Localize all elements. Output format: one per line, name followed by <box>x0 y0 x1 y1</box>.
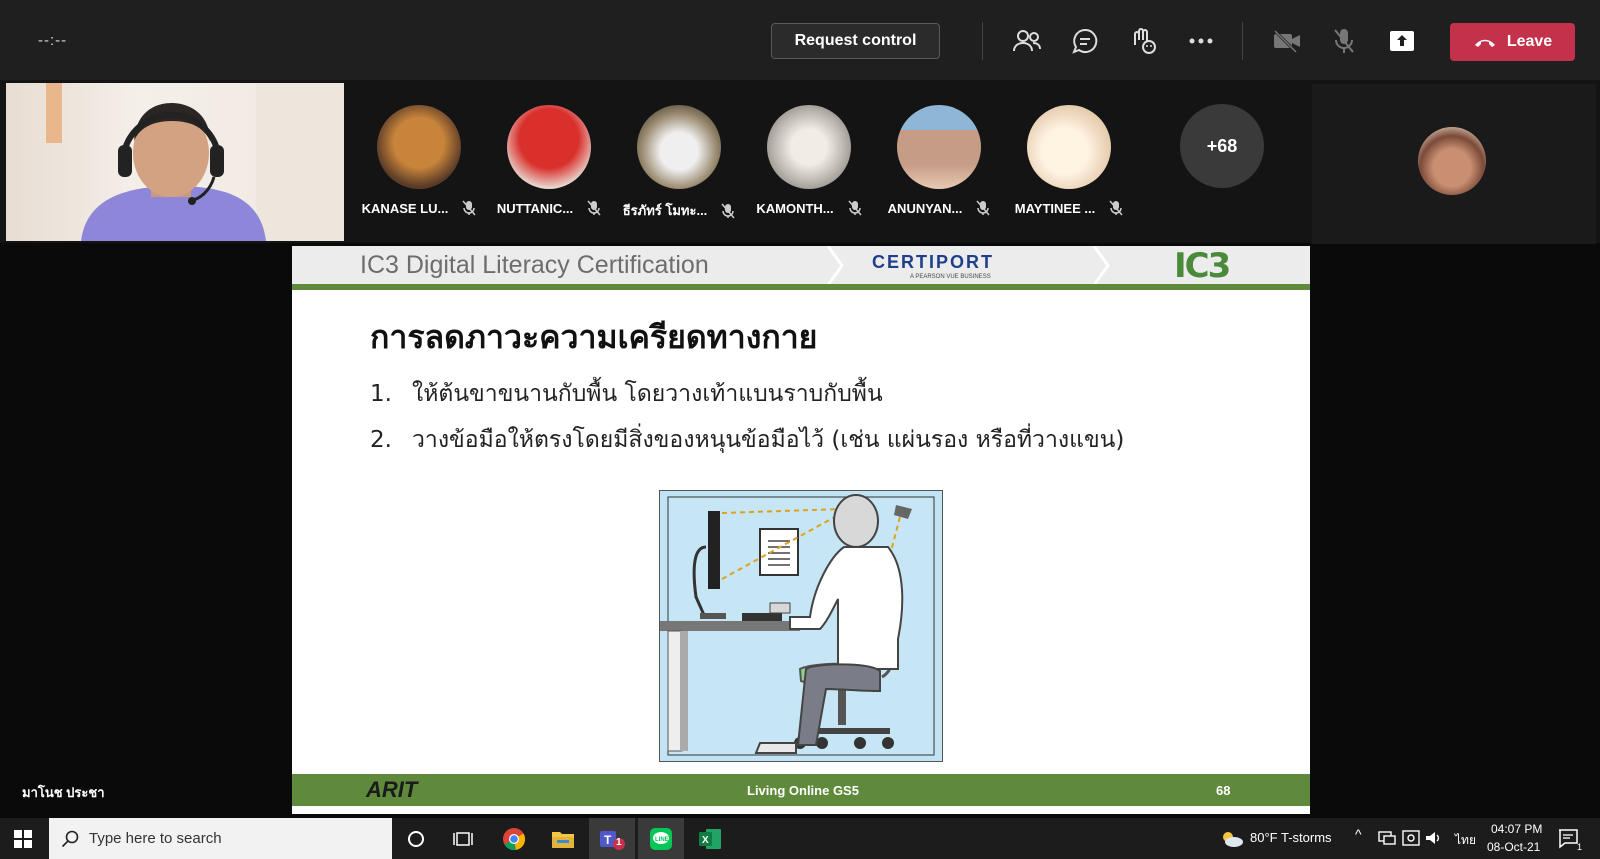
participant-tile[interactable]: KANASE LU... <box>354 105 484 216</box>
line-app-icon[interactable]: LINE <box>638 818 684 859</box>
toolbar-divider <box>1242 22 1243 60</box>
avatar <box>767 105 851 189</box>
mic-muted-icon <box>587 200 601 216</box>
ergonomic-posture-illustration <box>659 490 943 762</box>
more-participants-button[interactable]: +68 <box>1180 104 1264 188</box>
participant-tile[interactable]: KAMONTH... <box>744 105 874 216</box>
mic-off-icon[interactable] <box>1327 24 1361 58</box>
search-icon <box>61 830 79 847</box>
taskbar-search-box[interactable]: Type here to search <box>49 818 392 859</box>
excel-icon[interactable]: X <box>687 818 733 859</box>
slide-header: IC3 Digital Literacy Certification CERTI… <box>292 246 1310 290</box>
participant-tile[interactable]: ANUNYAN... <box>874 105 1004 216</box>
participant-tile[interactable]: MAYTINEE ... <box>1004 105 1134 216</box>
participant-name: NUTTANIC... <box>496 200 574 216</box>
mic-muted-icon <box>848 200 862 216</box>
meeting-timer: --:-- <box>38 32 68 49</box>
svg-text:X: X <box>702 835 709 846</box>
security-icon[interactable] <box>1402 830 1420 846</box>
header-rule <box>292 284 1310 290</box>
chevron-divider-icon <box>1092 246 1110 285</box>
avatar <box>507 105 591 189</box>
weather-icon[interactable] <box>1216 818 1248 859</box>
task-view-icon[interactable] <box>440 818 486 859</box>
avatar <box>377 105 461 189</box>
mic-muted-icon <box>1109 200 1123 216</box>
windows-start-icon[interactable] <box>0 818 46 859</box>
leave-label: Leave <box>1506 33 1553 50</box>
mic-muted-icon <box>721 203 735 218</box>
presenter-name-label: มาโนช ประชา <box>22 785 105 800</box>
cortana-icon[interactable] <box>393 818 439 859</box>
chat-icon[interactable] <box>1068 24 1102 58</box>
file-explorer-icon[interactable] <box>540 818 586 859</box>
weather-text[interactable]: 80°F T-storms <box>1250 830 1332 845</box>
notification-count: 1 <box>1577 842 1583 852</box>
shared-slide: IC3 Digital Literacy Certification CERTI… <box>292 246 1310 814</box>
slide-footer: ARIT Living Online GS5 68 <box>292 774 1310 806</box>
share-tray-icon[interactable] <box>1385 24 1419 58</box>
leave-button[interactable]: Leave <box>1450 23 1575 61</box>
mic-muted-icon <box>462 200 476 216</box>
meeting-toolbar: --:-- Request control Leave <box>0 0 1600 80</box>
bullet-item: 1. ให้ต้นขาขนานกับพื้น โดยวางเท้าแบนราบกั… <box>370 381 883 407</box>
avatar <box>897 105 981 189</box>
chrome-icon[interactable] <box>491 818 537 859</box>
slide-title: การลดภาวะความเครียดทางกาย <box>370 318 818 356</box>
people-icon[interactable] <box>1010 24 1044 58</box>
arit-logo: ARIT <box>366 777 418 802</box>
presenter-video[interactable] <box>6 83 344 241</box>
chevron-up-icon[interactable]: ^ <box>1355 826 1362 842</box>
participant-tile[interactable]: NUTTANIC... <box>484 105 614 216</box>
more-options-icon[interactable] <box>1184 24 1218 58</box>
ic3-logo: IC3 <box>1174 246 1231 286</box>
request-control-button[interactable]: Request control <box>771 23 940 59</box>
participant-name: ธีรภัทร์ โมทะ... <box>622 203 708 218</box>
volume-icon[interactable] <box>1425 830 1443 846</box>
participant-name: KANASE LU... <box>361 200 449 216</box>
slide-page-number: 68 <box>1216 783 1231 798</box>
slide-footer-text: Living Online GS5 <box>747 783 859 798</box>
avatar[interactable] <box>1418 127 1486 195</box>
phone-hangup-icon <box>1474 39 1495 47</box>
teams-badge: 1 <box>616 837 622 848</box>
certiport-tagline: A PEARSON VUE BUSINESS <box>910 274 991 280</box>
svg-text:LINE: LINE <box>655 837 669 843</box>
participant-name: KAMONTH... <box>756 200 834 216</box>
teams-icon[interactable]: T 1 <box>589 818 635 859</box>
bullet-item: 2. วางข้อมือให้ตรงโดยมีสิ่งของหนุนข้อมือไ… <box>370 427 1125 453</box>
network-icon[interactable] <box>1378 830 1396 846</box>
camera-off-icon[interactable] <box>1270 24 1304 58</box>
reactions-icon[interactable] <box>1126 24 1160 58</box>
chevron-divider-icon <box>826 246 844 285</box>
slide-header-title: IC3 Digital Literacy Certification <box>360 251 709 279</box>
toolbar-divider <box>982 22 983 60</box>
participant-name: ANUNYAN... <box>887 200 963 216</box>
clock-date[interactable]: 08-Oct-21 <box>1487 840 1540 854</box>
input-language[interactable]: ไทย <box>1455 831 1476 850</box>
svg-text:T: T <box>604 833 612 847</box>
mic-muted-icon <box>976 200 990 216</box>
side-participant-panel <box>1312 84 1596 244</box>
search-placeholder: Type here to search <box>89 830 222 847</box>
avatar <box>1027 105 1111 189</box>
clock-time[interactable]: 04:07 PM <box>1491 822 1542 836</box>
participant-name: MAYTINEE ... <box>1014 200 1096 216</box>
avatar <box>637 105 721 189</box>
certiport-logo: CERTIPORT <box>872 252 995 272</box>
participant-tile[interactable]: ธีรภัทร์ โมทะ... <box>614 105 744 221</box>
